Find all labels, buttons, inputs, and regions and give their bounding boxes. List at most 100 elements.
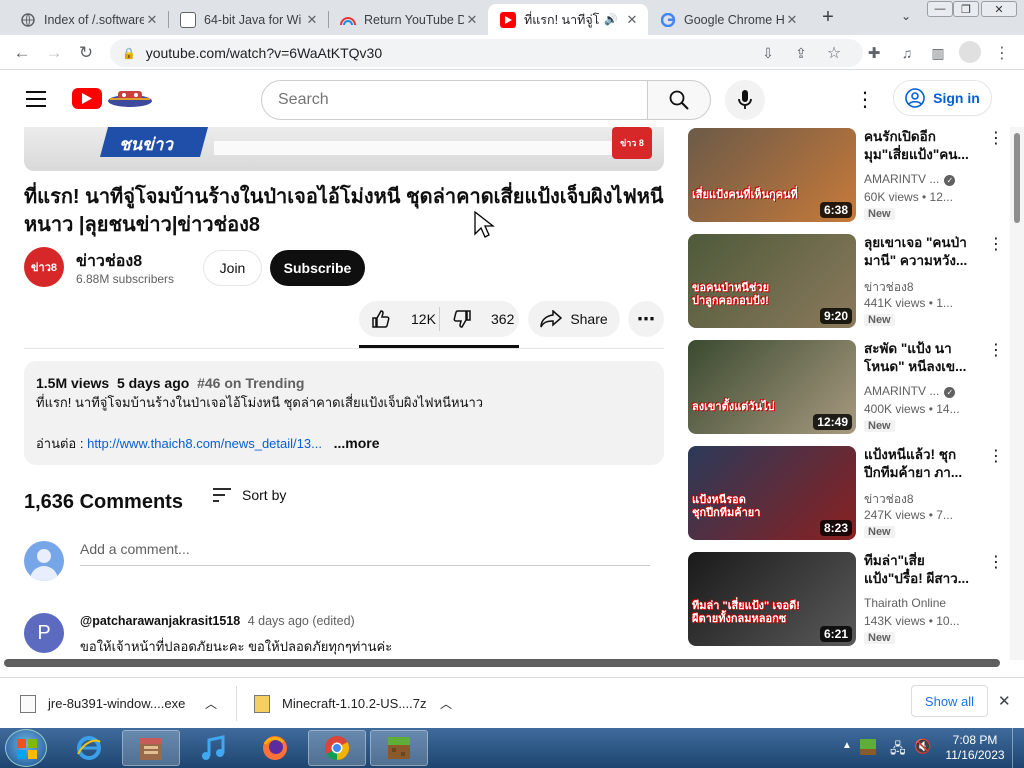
tab-search-chevron-icon[interactable]: ⌄ <box>896 6 916 26</box>
recommended-title[interactable]: แป้งหนีแล้ว! ชุก ปีกทีมค้ายา ภา... <box>864 446 969 482</box>
recommended-more-icon[interactable]: ⋮ <box>988 552 1004 572</box>
add-comment-input[interactable]: Add a comment... <box>80 541 190 557</box>
speaker-icon[interactable]: 🔊 <box>604 13 618 26</box>
tray-expand-arrow-icon[interactable]: ▲ <box>842 740 852 751</box>
recommended-channel[interactable]: AMARINTV ... ✓ <box>864 384 956 398</box>
install-app-icon[interactable]: ⇩ <box>756 41 780 65</box>
page-scrollbar[interactable] <box>1010 127 1024 660</box>
description-link[interactable]: http://www.thaich8.com/news_detail/13... <box>87 436 322 451</box>
page-scrollbar-thumb[interactable] <box>1014 133 1020 223</box>
recommended-channel[interactable]: Thairath Online <box>864 596 946 610</box>
clock[interactable]: 7:08 PM 11/16/2023 <box>944 733 1006 763</box>
start-button[interactable] <box>5 729 47 767</box>
close-icon[interactable]: ✕ <box>144 12 160 28</box>
recommended-video[interactable]: ลงเขาตั้งแต่วันไป 12:49 สะพัด "แป้ง นา โหน… <box>688 340 1008 434</box>
recommended-more-icon[interactable]: ⋮ <box>988 128 1004 148</box>
close-icon[interactable]: ✕ <box>624 12 640 28</box>
recommended-video[interactable]: เสี่ยแป้งคนที่เห็นกุคนที่ 6:38 คนรักเปิดอี… <box>688 128 1008 222</box>
taskbar-firefox[interactable] <box>246 730 304 766</box>
channel-name[interactable]: ข่าวช่อง8 <box>76 249 142 274</box>
network-icon[interactable]: 🖧 <box>890 738 906 762</box>
address-bar[interactable]: 🔒 youtube.com/watch?v=6WaAtKTQv30 <box>110 39 863 67</box>
sort-by-button[interactable]: Sort by <box>212 487 286 503</box>
settings-more-icon[interactable]: ⋮ <box>855 87 875 111</box>
description-box[interactable]: 1.5M views 5 days ago #46 on Trending ที… <box>24 361 664 465</box>
recommended-channel[interactable]: ข่าวช่อง8 <box>864 278 914 297</box>
reload-button[interactable]: ↻ <box>74 41 98 65</box>
chrome-menu-icon[interactable]: ⋮ <box>990 41 1014 65</box>
comment-author[interactable]: @patcharawanjakrasit1518 <box>80 614 240 628</box>
search-input[interactable]: Search <box>261 80 648 120</box>
tray-minecraft-icon[interactable] <box>860 739 876 755</box>
taskbar-minecraft-installer[interactable] <box>122 730 180 766</box>
recommended-thumbnail[interactable]: แป้งหนีรอด ชุกปีกทีมค้ายา 8:23 <box>688 446 856 540</box>
video-player[interactable]: ชนข่าว ข่าว 8 <box>24 127 664 171</box>
recommended-video[interactable]: แป้งหนีรอด ชุกปีกทีมค้ายา 8:23 แป้งหนีแล้ว… <box>688 446 1008 540</box>
like-button[interactable]: 12K <box>359 301 439 337</box>
taskbar-itunes[interactable] <box>184 730 242 766</box>
search-button[interactable] <box>647 80 711 120</box>
recommended-thumbnail[interactable]: ขอคนป่าหนีช่วย ปาลูกคอกอบปัง! 9:20 <box>688 234 856 328</box>
recommended-more-icon[interactable]: ⋮ <box>988 446 1004 466</box>
recommended-thumbnail[interactable]: ทีมล่า "เสี่ยแป้ง" เจอดี! ผีตายทั้งกลมหล… <box>688 552 856 646</box>
show-desktop-button[interactable] <box>1012 728 1024 768</box>
recommended-thumbnail[interactable]: ลงเขาตั้งแต่วันไป 12:49 <box>688 340 856 434</box>
recommended-title[interactable]: ลุยเขาเจอ "คนป่า มานี" ความหวัง... <box>864 234 969 270</box>
voice-search-button[interactable] <box>725 80 765 120</box>
share-page-icon[interactable]: ⇪ <box>789 41 813 65</box>
channel-avatar[interactable]: ข่าว8 <box>24 247 64 287</box>
tab-java[interactable]: 64-bit Java for Wi ✕ <box>168 4 328 35</box>
close-icon[interactable]: ✕ <box>304 12 320 28</box>
commenter-avatar[interactable]: P <box>24 613 64 653</box>
show-all-downloads-button[interactable]: Show all <box>911 685 988 717</box>
recommended-thumbnail[interactable]: เสี่ยแป้งคนที่เห็นกุคนที่ 6:38 <box>688 128 856 222</box>
youtube-logo[interactable] <box>72 88 102 109</box>
maximize-button[interactable]: ❐ <box>953 1 979 17</box>
download-item-jre[interactable]: jre-8u391-window....exe ︿ <box>20 678 230 729</box>
tab-google-chrome-help[interactable]: Google Chrome H ✕ <box>648 4 808 35</box>
recommended-more-icon[interactable]: ⋮ <box>988 234 1004 254</box>
download-item-minecraft[interactable]: Minecraft-1.10.2-US....7z ︿ <box>254 678 464 729</box>
recommended-title[interactable]: ทีมล่า"เสี่ย แป้ง"ปรื๋อ! ผีสาว... <box>864 552 969 588</box>
close-window-button[interactable]: ✕ <box>981 1 1017 17</box>
recommended-video[interactable]: ขอคนป่าหนีช่วย ปาลูกคอกอบปัง! 9:20 ลุยเขาเ… <box>688 234 1008 328</box>
close-icon[interactable]: ✕ <box>464 12 480 28</box>
side-panel-icon[interactable]: ▥ <box>926 41 950 65</box>
volume-muted-icon[interactable]: 🔇 <box>914 738 931 755</box>
chevron-up-icon[interactable]: ︿ <box>440 695 452 712</box>
media-control-icon[interactable]: ♫ <box>895 41 919 65</box>
subscribe-button[interactable]: Subscribe <box>270 250 365 286</box>
join-button[interactable]: Join <box>203 250 262 286</box>
doodle-logo-icon[interactable] <box>104 85 156 111</box>
close-icon[interactable]: ✕ <box>784 12 800 28</box>
horizontal-scrollbar[interactable] <box>0 657 1010 669</box>
taskbar-chrome[interactable] <box>308 730 366 766</box>
taskbar-minecraft[interactable] <box>370 730 428 766</box>
recommended-title[interactable]: คนรักเปิดอีก มุม"เสี่ยแป้ง"คน... <box>864 128 969 164</box>
tab-return-youtube-dislike[interactable]: Return YouTube D ✕ <box>328 4 488 35</box>
back-button[interactable]: ← <box>10 41 34 65</box>
comment-age[interactable]: 4 days ago (edited) <box>248 614 355 628</box>
horizontal-scrollbar-thumb[interactable] <box>4 659 1000 667</box>
hamburger-menu-icon[interactable] <box>26 91 46 107</box>
recommended-title[interactable]: สะพัด "แป้ง นา โหนด" หนีลงเข... <box>864 340 969 376</box>
chevron-up-icon[interactable]: ︿ <box>205 695 217 712</box>
taskbar-internet-explorer[interactable] <box>60 730 118 766</box>
recommended-channel[interactable]: AMARINTV ... ✓ <box>864 172 956 186</box>
profile-avatar[interactable] <box>959 41 981 63</box>
new-tab-button[interactable]: + <box>816 6 840 30</box>
recommended-video[interactable]: ทีมล่า "เสี่ยแป้ง" เจอดี! ผีตายทั้งกลมหล… <box>688 552 1008 646</box>
tab-youtube-active[interactable]: ที่แรก! นาทีจู่โ 🔊 ✕ <box>488 4 648 35</box>
recommended-more-icon[interactable]: ⋮ <box>988 340 1004 360</box>
more-actions-button[interactable]: ⋯ <box>628 301 664 337</box>
recommended-channel[interactable]: ข่าวช่อง8 <box>864 490 914 509</box>
sign-in-button[interactable]: Sign in <box>893 80 992 116</box>
minimize-button[interactable]: — <box>927 1 953 17</box>
share-button[interactable]: Share <box>528 301 620 337</box>
trending-tag[interactable]: #46 on Trending <box>197 375 304 391</box>
show-more-button[interactable]: ...more <box>334 435 380 451</box>
tab-index-software[interactable]: Index of /.software ✕ <box>8 4 168 35</box>
forward-button[interactable]: → <box>42 41 66 65</box>
extensions-puzzle-icon[interactable]: ✚ <box>862 41 886 65</box>
dislike-button[interactable]: 362 <box>440 301 519 337</box>
